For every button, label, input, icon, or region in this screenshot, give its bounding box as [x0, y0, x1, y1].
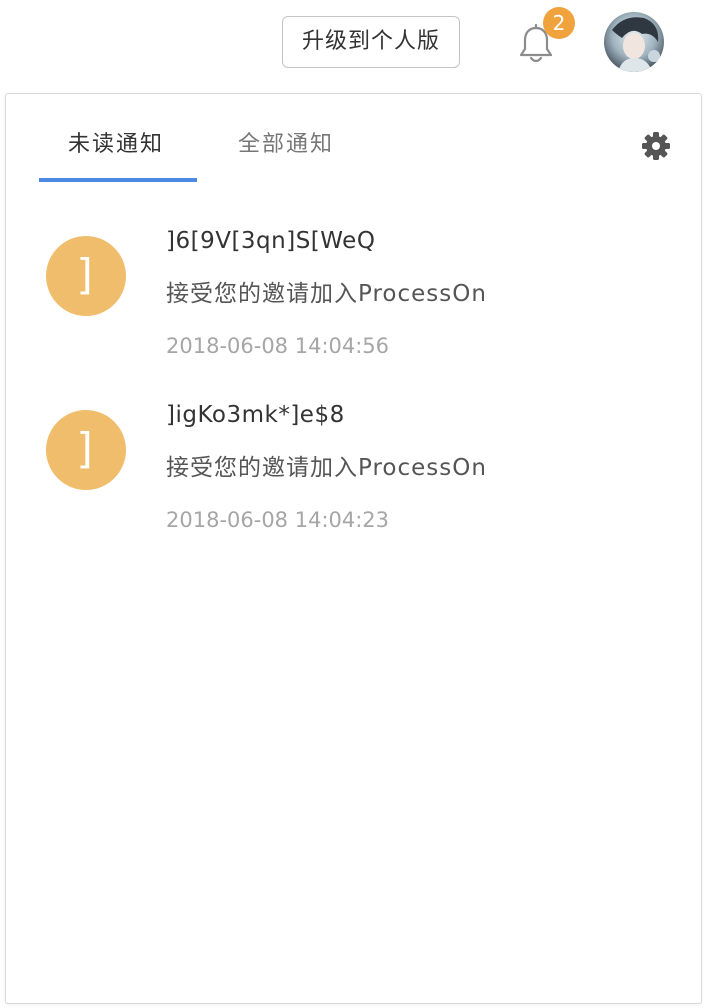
tab-unread[interactable]: 未读通知 — [68, 130, 164, 160]
sender-avatar: ] — [46, 236, 126, 316]
sender-name: ]6[9V[3qn]S[WeQ — [166, 228, 376, 254]
top-bar: 升级到个人版 2 — [0, 0, 706, 92]
sender-avatar: ] — [46, 410, 126, 490]
notification-time: 2018-06-08 14:04:56 — [166, 334, 390, 358]
notification-item[interactable]: ] ]igKo3mk*]e$8 接受您的邀请加入ProcessOn 2018-0… — [6, 388, 701, 562]
notification-list: ] ]6[9V[3qn]S[WeQ 接受您的邀请加入ProcessOn 2018… — [6, 214, 701, 562]
gear-icon-svg — [642, 132, 670, 160]
notification-badge: 2 — [543, 7, 575, 39]
gear-icon[interactable] — [641, 131, 671, 161]
notification-item[interactable]: ] ]6[9V[3qn]S[WeQ 接受您的邀请加入ProcessOn 2018… — [6, 214, 701, 388]
sender-name: ]igKo3mk*]e$8 — [166, 402, 345, 428]
notification-time: 2018-06-08 14:04:23 — [166, 508, 390, 532]
notification-message: 接受您的邀请加入ProcessOn — [166, 455, 487, 481]
notification-panel: 未读通知 全部通知 ] ]6[9V[3qn]S[WeQ 接受您的邀请加入Proc… — [5, 93, 702, 1004]
upgrade-button[interactable]: 升级到个人版 — [282, 16, 460, 68]
user-avatar[interactable] — [604, 12, 664, 72]
avatar-image — [604, 12, 664, 72]
active-tab-indicator — [39, 178, 197, 182]
tab-all[interactable]: 全部通知 — [238, 130, 334, 160]
notification-message: 接受您的邀请加入ProcessOn — [166, 281, 487, 307]
